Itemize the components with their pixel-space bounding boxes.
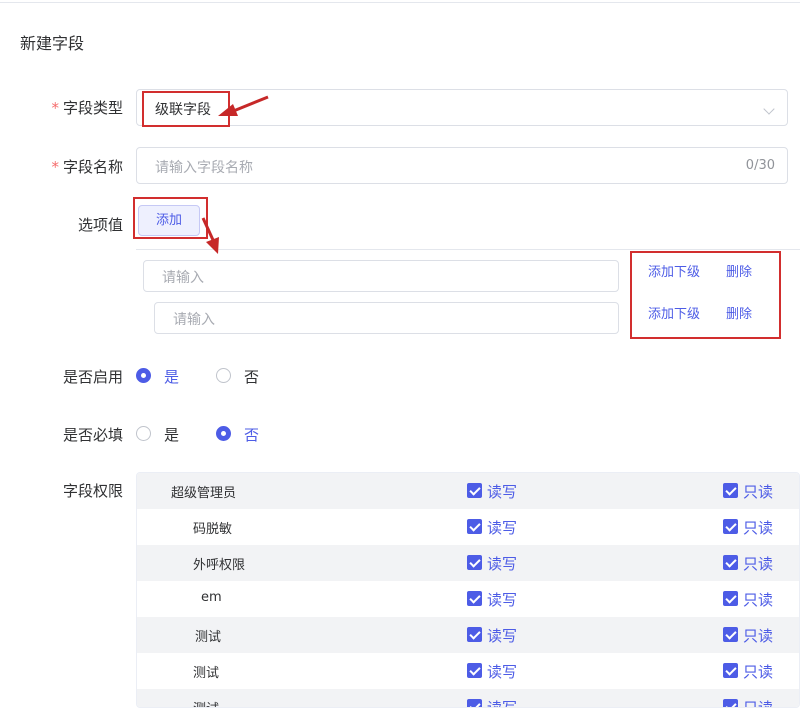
annotation-arrows [201,95,269,254]
annotation-arrow [201,217,219,254]
annotation-arrow [218,95,269,116]
